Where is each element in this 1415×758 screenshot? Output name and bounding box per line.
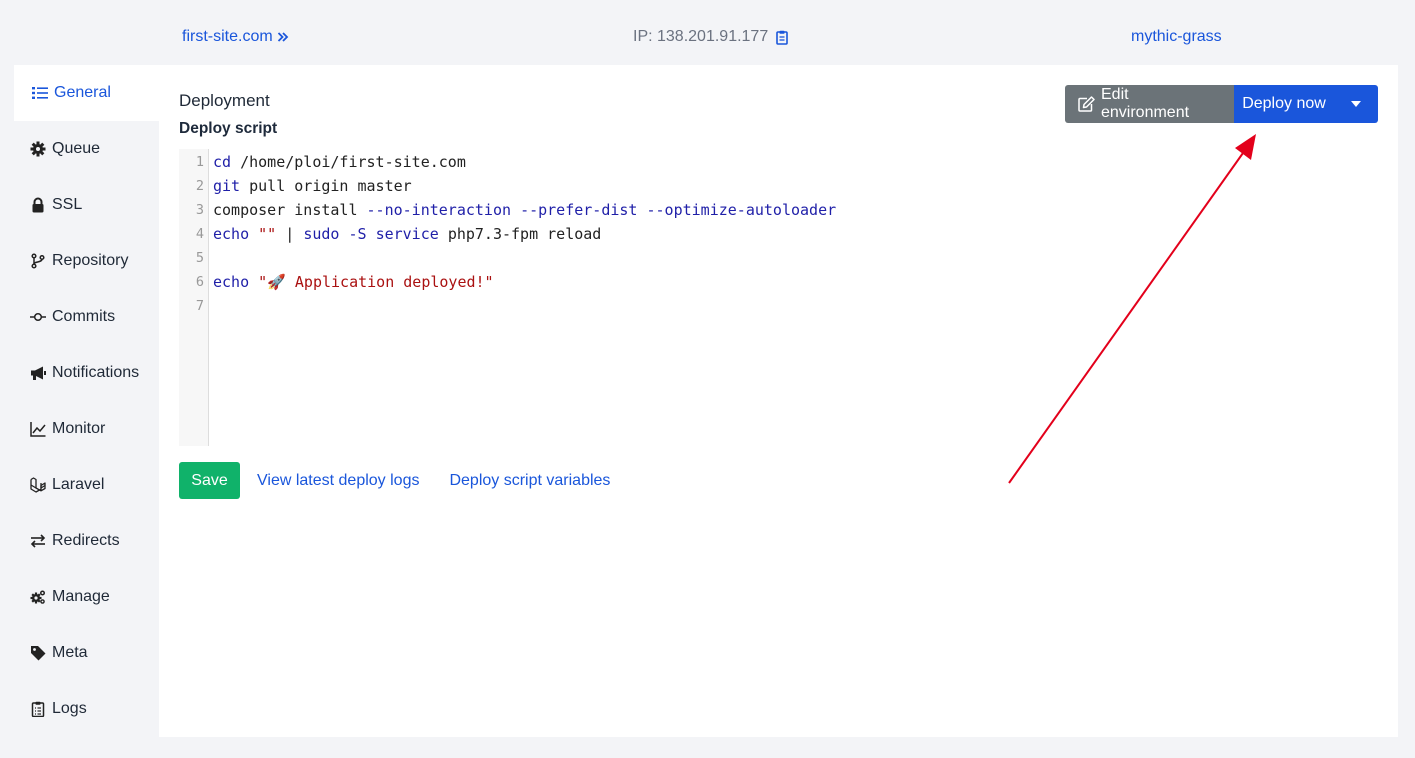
line-number: 3 [195, 202, 204, 218]
sidebar-item-label: Logs [52, 700, 87, 717]
sidebar-item-repository[interactable]: Repository [14, 233, 159, 289]
sidebar-item-notifications[interactable]: Notifications [14, 345, 159, 401]
sidebar-item-label: Meta [52, 644, 88, 661]
sidebar-item-commits[interactable]: Commits [14, 289, 159, 345]
view-deploy-logs-link[interactable]: View latest deploy logs [257, 472, 419, 490]
sidebar-item-label: SSL [52, 196, 83, 213]
edit-environment-button[interactable]: Edit environment [1065, 85, 1234, 123]
deployment-panel: Deployment Deploy script Edit environmen… [159, 65, 1398, 737]
site-name[interactable]: first-site.com [182, 28, 273, 46]
deploy-script-variables-link[interactable]: Deploy script variables [449, 472, 610, 490]
deploy-now-button[interactable]: Deploy now [1234, 85, 1334, 123]
deploy-script-editor[interactable]: 1 2 3 4 5 6 7 cd /home/ploi/first-site.c… [179, 149, 1379, 446]
top-bar: first-site.com IP: 138.201.91.177 mythic… [0, 0, 1415, 65]
sidebar-item-label: Notifications [52, 364, 140, 381]
line-number: 4 [195, 226, 204, 242]
sidebar-item-logs[interactable]: Logs [14, 681, 159, 737]
save-button[interactable]: Save [179, 462, 240, 499]
sidebar-item-queue[interactable]: Queue [14, 121, 159, 177]
sidebar-item-label: Redirects [52, 532, 120, 549]
edit-icon [1078, 96, 1095, 112]
ip-address: IP: 138.201.91.177 [633, 28, 789, 46]
tag-icon [31, 646, 46, 661]
site-link[interactable]: first-site.com [182, 28, 289, 46]
sidebar-item-label: Queue [52, 140, 101, 157]
sidebar-item-label: Laravel [52, 476, 105, 493]
sidebar-item-redirects[interactable]: Redirects [14, 513, 159, 569]
code-line: composer install --no-interaction --pref… [213, 201, 837, 219]
list-icon [32, 87, 48, 99]
page-title: Deployment [179, 91, 270, 110]
code-line: git pull origin master [213, 177, 412, 195]
editor-actions: Save View latest deploy logs Deploy scri… [179, 462, 610, 499]
lock-icon [32, 197, 44, 213]
line-number: 7 [195, 298, 204, 314]
line-number: 1 [195, 154, 204, 170]
server-link[interactable]: mythic-grass [1131, 28, 1222, 46]
line-number: 5 [195, 250, 204, 266]
commit-icon [30, 312, 46, 322]
line-number: 6 [195, 274, 204, 290]
sidebar-item-label: Manage [52, 588, 110, 605]
section-title: Deploy script [179, 120, 278, 137]
code-line: echo "" | sudo -S service php7.3-fpm rel… [213, 225, 602, 243]
sidebar-item-label: General [54, 84, 111, 101]
deploy-options-toggle[interactable] [1334, 85, 1378, 123]
deploy-button-group: Edit environment Deploy now [1065, 85, 1378, 123]
megaphone-icon [31, 366, 46, 380]
line-number-gutter: 1 2 3 4 5 6 7 [179, 149, 209, 446]
sidebar: General Queue SSL Repository Commits Not… [14, 65, 159, 737]
line-number: 2 [195, 178, 204, 194]
sidebar-item-meta[interactable]: Meta [14, 625, 159, 681]
sidebar-item-manage[interactable]: Manage [14, 569, 159, 625]
clipboard-list-icon [31, 701, 45, 717]
code-area[interactable]: cd /home/ploi/first-site.com git pull or… [209, 149, 836, 446]
clipboard-icon[interactable] [776, 30, 789, 45]
caret-down-icon [1351, 101, 1361, 107]
code-line: cd /home/ploi/first-site.com [213, 153, 466, 171]
ip-label: IP: 138.201.91.177 [633, 28, 769, 45]
gear-icon [30, 141, 46, 157]
sidebar-item-label: Commits [52, 308, 116, 325]
cogs-icon [30, 590, 45, 604]
line-chart-icon [30, 422, 46, 437]
sidebar-item-label: Repository [52, 252, 129, 269]
code-branch-icon [31, 253, 45, 269]
sidebar-item-label: Monitor [52, 420, 106, 437]
double-chevron-right-icon [277, 32, 288, 42]
sidebar-item-monitor[interactable]: Monitor [14, 401, 159, 457]
code-line: echo "🚀 Application deployed!" [213, 273, 494, 291]
edit-environment-label: Edit environment [1101, 86, 1190, 121]
sidebar-item-ssl[interactable]: SSL [14, 177, 159, 233]
exchange-icon [30, 534, 46, 548]
laravel-icon [30, 477, 46, 493]
sidebar-item-general[interactable]: General [14, 65, 159, 121]
sidebar-item-laravel[interactable]: Laravel [14, 457, 159, 513]
